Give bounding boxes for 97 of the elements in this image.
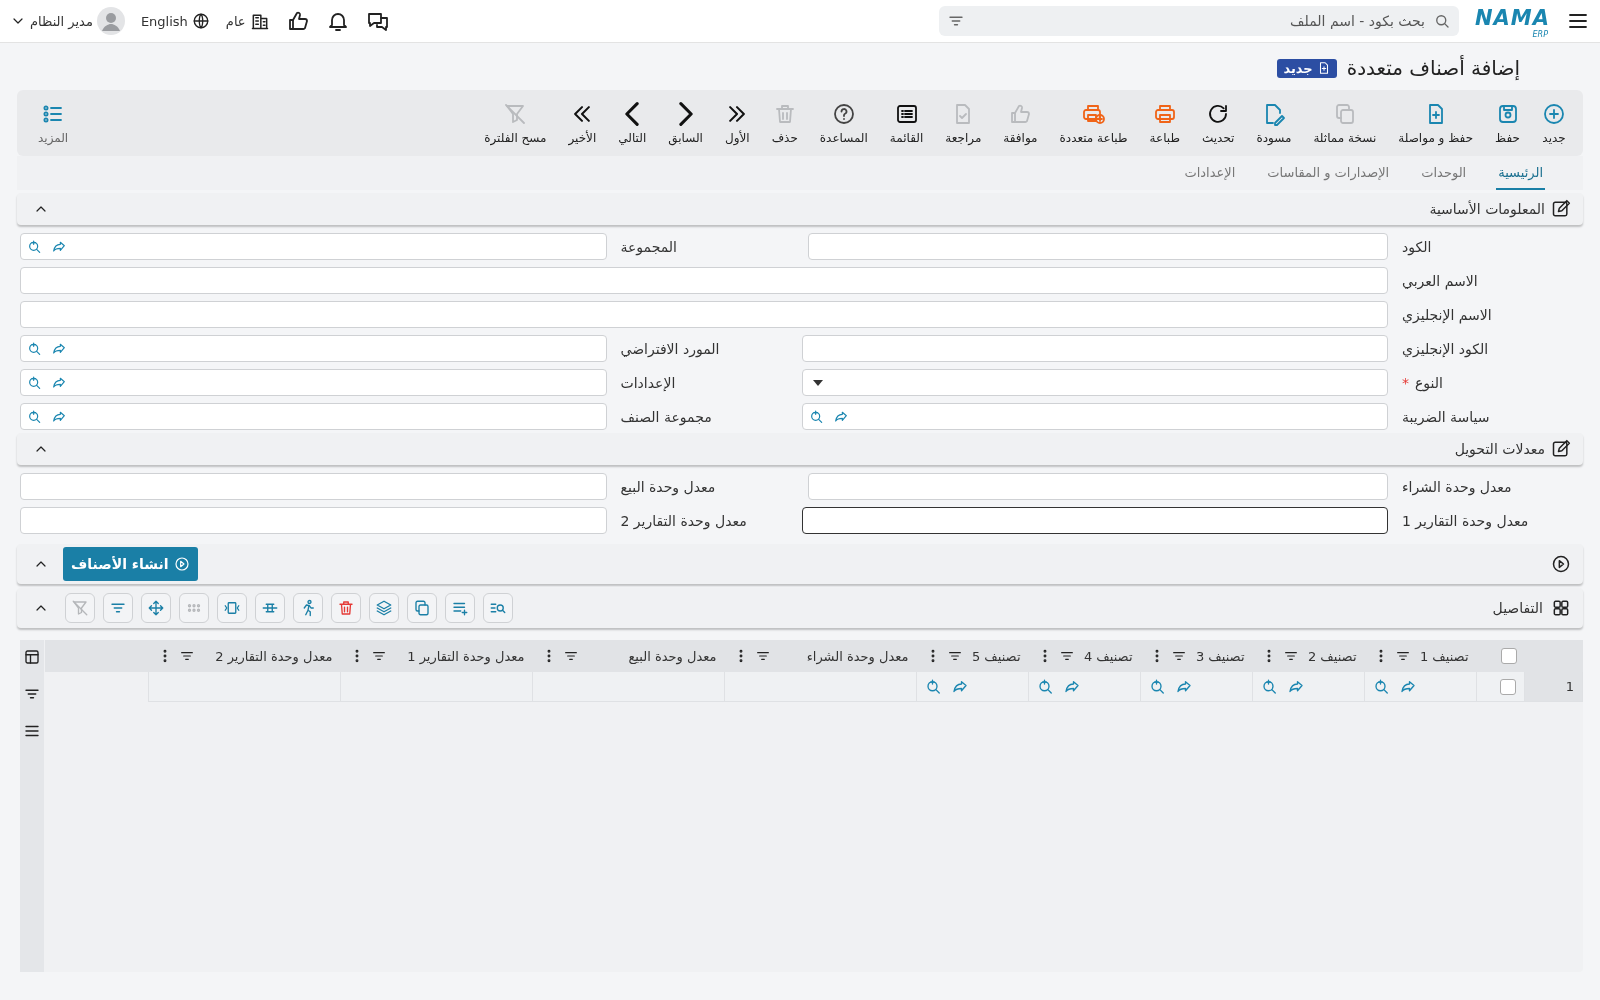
filter-off-icon — [71, 599, 89, 617]
required-mark: * — [1402, 374, 1409, 391]
grid-tool-button[interactable] — [103, 593, 133, 623]
input-field[interactable] — [801, 507, 1388, 534]
tab[interactable]: الرئيسية — [1496, 156, 1545, 190]
language-button[interactable]: English — [140, 12, 210, 30]
tab[interactable]: الإصدارات و المقاسات — [1265, 156, 1392, 190]
toolbar-button[interactable]: طباعة — [1138, 101, 1191, 145]
play-circle-icon — [173, 556, 190, 572]
grid-tool-button[interactable] — [293, 593, 323, 623]
search-input[interactable]: بحث بكود - اسم الملف — [971, 12, 1427, 30]
toolbar-button[interactable]: تحديث — [1190, 101, 1246, 145]
lookup-field[interactable] — [20, 403, 607, 430]
field-label: معدل وحدة البيع — [619, 477, 717, 498]
help-icon — [831, 101, 856, 126]
lookup-field[interactable] — [20, 335, 607, 362]
chevron-icon — [624, 101, 641, 126]
dropdown-field[interactable] — [801, 369, 1388, 396]
row-checkbox[interactable] — [1500, 678, 1516, 695]
field-label: معدل وحدة الشراء — [1401, 477, 1513, 498]
select-all-checkbox[interactable] — [1500, 648, 1517, 665]
toolbar-button[interactable]: طباعة متعددة — [1048, 101, 1139, 145]
tab[interactable]: الوحدات — [1419, 156, 1469, 190]
logo: NAMA ERP — [1475, 6, 1550, 36]
field-label: الاسم العربي — [1401, 271, 1479, 292]
building-icon — [249, 11, 270, 31]
field-label: سياسة الضريبة — [1401, 407, 1491, 428]
search-plus-icon[interactable] — [27, 340, 43, 357]
layers-icon — [375, 599, 393, 617]
section-title: التفاصيل — [1492, 600, 1543, 616]
field-label: معدل وحدة التقارير 2 — [619, 511, 748, 532]
lookup-field[interactable] — [20, 369, 607, 396]
toolbar-button[interactable]: القائمة — [878, 101, 935, 145]
grid-tool-button[interactable] — [331, 593, 361, 623]
grid-tool-button[interactable] — [141, 593, 171, 623]
avatar-icon — [96, 7, 125, 35]
play-circle-icon — [1551, 554, 1571, 574]
grid-tool-button[interactable] — [217, 593, 247, 623]
status-badge: جديد — [1277, 58, 1337, 78]
fit-width-icon — [223, 599, 241, 617]
field-label: الإعدادات — [619, 373, 677, 393]
toolbar-button[interactable]: الأخير — [557, 101, 608, 145]
search-plus-icon[interactable] — [27, 238, 43, 255]
more-button[interactable]: المزيد — [27, 101, 80, 145]
grid-tool-button[interactable] — [255, 593, 285, 623]
field-label: الكود — [1401, 237, 1433, 258]
search-plus-icon[interactable] — [1037, 677, 1055, 696]
toolbar-button[interactable]: حفظ و مواصلة — [1387, 101, 1485, 145]
generate-button[interactable]: انشاء الأصناف — [63, 547, 198, 581]
field-label: الاسم الإنجليزي — [1401, 305, 1493, 326]
lookup-field[interactable] — [801, 403, 1388, 430]
filter-off-icon — [503, 101, 528, 126]
grid-tool-button[interactable] — [407, 593, 437, 623]
field-label: المجموعة — [619, 237, 678, 258]
pencil-box-icon — [1551, 199, 1571, 219]
section-title: معدلات التحويل — [1454, 441, 1545, 457]
search-field[interactable]: بحث بكود - اسم الملف — [939, 6, 1459, 36]
search-plus-icon[interactable] — [1149, 677, 1167, 696]
search-plus-icon[interactable] — [808, 408, 825, 425]
caret-icon — [812, 379, 823, 386]
tab[interactable]: الإعدادات — [1182, 156, 1238, 190]
grid-icon — [1551, 598, 1571, 618]
row-number: 1 — [1565, 679, 1574, 694]
field-label: معدل وحدة التقارير 1 — [1401, 511, 1530, 532]
plus-circle-icon — [1542, 101, 1566, 126]
search-icon — [1433, 12, 1451, 30]
search-plus-icon[interactable] — [1261, 677, 1279, 696]
page-title: إضافة أصناف متعددة — [1346, 56, 1520, 80]
chevron-icon — [677, 101, 694, 126]
toolbar-button[interactable]: حفظ — [1484, 101, 1531, 145]
field-label: الكود الإنجليزي — [1401, 339, 1490, 360]
toolbar-button[interactable]: جديد — [1531, 101, 1577, 145]
search-plus-icon[interactable] — [1373, 677, 1391, 696]
field-label: مجموعة الصنف — [619, 407, 713, 428]
grid-tool-button[interactable] — [369, 593, 399, 623]
field-label: المورد الافتراضي — [619, 339, 721, 360]
trash-icon — [337, 599, 355, 617]
search-plus-icon[interactable] — [27, 408, 43, 425]
lookup-field[interactable] — [20, 233, 607, 260]
company-button[interactable]: عام — [225, 11, 270, 31]
search-plus-icon[interactable] — [27, 374, 43, 391]
pencil-box-icon — [1551, 439, 1571, 459]
toolbar-button[interactable]: التالي — [607, 101, 658, 145]
search-plus-icon[interactable] — [925, 677, 943, 696]
section-title: المعلومات الأساسية — [1429, 201, 1545, 217]
grid-tool-button[interactable] — [483, 593, 513, 623]
move-icon — [147, 599, 165, 617]
toolbar-button[interactable]: الأول — [713, 101, 761, 145]
table-icon[interactable] — [23, 648, 41, 666]
toolbar-button[interactable]: المساعدة — [808, 101, 879, 145]
globe-icon — [191, 12, 210, 30]
user-menu[interactable]: مدير النظام — [10, 7, 125, 35]
grid-tool-button[interactable] — [445, 593, 475, 623]
toolbar-button[interactable]: السابق — [657, 101, 714, 145]
field-label: النوع * — [1401, 373, 1444, 394]
copy-icon — [413, 599, 431, 617]
toolbar-button[interactable]: مسودة — [1245, 101, 1303, 145]
